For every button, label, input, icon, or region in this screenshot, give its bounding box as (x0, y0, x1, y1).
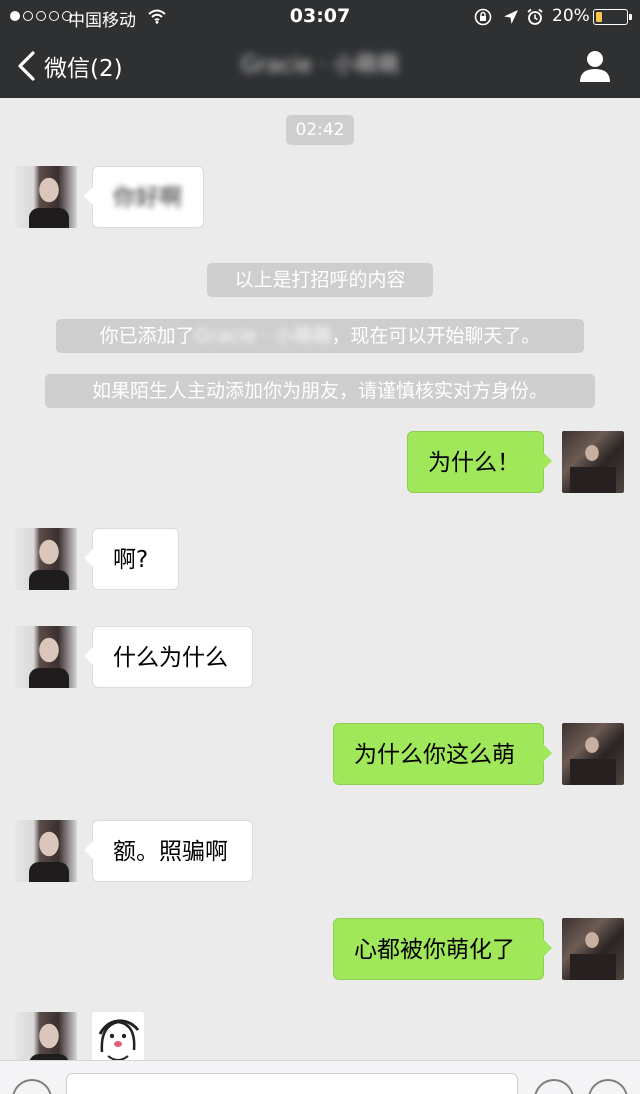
input-bar (0, 1060, 640, 1094)
status-bar: 中国移动 03:07 20% (0, 0, 640, 34)
contact-avatar[interactable] (15, 820, 77, 882)
message-bubble-received[interactable]: 啊? (84, 528, 179, 590)
chat-title: Gracie · 小萌萌 (240, 53, 400, 78)
message-text: 为什么你这么萌 (354, 742, 515, 768)
my-avatar[interactable] (562, 723, 624, 785)
message-text: 什么为什么 (113, 645, 228, 671)
message-text: 啊? (113, 547, 149, 573)
my-avatar[interactable] (562, 918, 624, 980)
contact-avatar[interactable] (15, 626, 77, 688)
system-notice-added: 你已添加了Gracie · 小萌萌，现在可以开始聊天了。 (56, 319, 584, 353)
message-bubble-received[interactable]: 你好啊 (84, 166, 204, 228)
system-notice-text: ，现在可以开始聊天了。 (331, 325, 541, 347)
message-text: 你好啊 (113, 185, 182, 211)
cartoon-face-sticker[interactable] (92, 1012, 144, 1064)
message-timestamp: 02:42 (286, 115, 354, 145)
battery-percent: 20% (552, 6, 590, 26)
message-bubble-sent[interactable]: 为什么！ (407, 431, 552, 493)
chat-screen: 中国移动 03:07 20% 微信(2) Gracie · 小萌萌 02:42 … (0, 0, 640, 1094)
system-notice-greeting: 以上是打招呼的内容 (207, 263, 433, 297)
back-label: 微信(2) (44, 56, 123, 82)
message-text: 为什么！ (428, 450, 520, 476)
contact-avatar[interactable] (15, 528, 77, 590)
system-notice-text: 如果陌生人主动添加你为朋友，请谨慎核实对方身份。 (91, 380, 548, 402)
add-icon[interactable] (588, 1079, 628, 1094)
message-bubble-sent[interactable]: 心都被你萌化了 (333, 918, 552, 980)
added-contact-name: Gracie · 小萌萌 (194, 325, 332, 347)
system-notice-text: 你已添加了 (99, 325, 195, 347)
orientation-lock-icon (474, 8, 492, 26)
emoji-icon[interactable] (534, 1079, 574, 1094)
chevron-left-icon (18, 51, 35, 81)
message-input[interactable] (66, 1073, 518, 1094)
message-text: 心都被你萌化了 (354, 937, 515, 963)
system-notice-text: 以上是打招呼的内容 (234, 269, 406, 291)
status-time: 03:07 (289, 5, 351, 27)
top-bar: 中国移动 03:07 20% 微信(2) Gracie · 小萌萌 (0, 0, 640, 98)
system-notice-warning: 如果陌生人主动添加你为朋友，请谨慎核实对方身份。 (45, 374, 595, 408)
my-avatar[interactable] (562, 431, 624, 493)
message-text: 额。照骗啊 (113, 839, 228, 865)
message-bubble-sent[interactable]: 为什么你这么萌 (333, 723, 552, 785)
message-bubble-received[interactable]: 额。照骗啊 (84, 820, 253, 882)
back-button[interactable]: 微信(2) (14, 46, 123, 86)
contact-avatar[interactable] (15, 166, 77, 228)
contact-profile-icon[interactable] (578, 48, 612, 84)
alarm-icon (527, 8, 543, 25)
message-bubble-received[interactable]: 什么为什么 (84, 626, 253, 688)
battery-tip (629, 14, 632, 20)
battery-icon (593, 9, 628, 25)
battery-level (596, 12, 602, 22)
location-arrow-icon (504, 10, 518, 24)
nav-bar: 微信(2) Gracie · 小萌萌 (0, 34, 640, 98)
voice-icon[interactable] (12, 1079, 52, 1094)
